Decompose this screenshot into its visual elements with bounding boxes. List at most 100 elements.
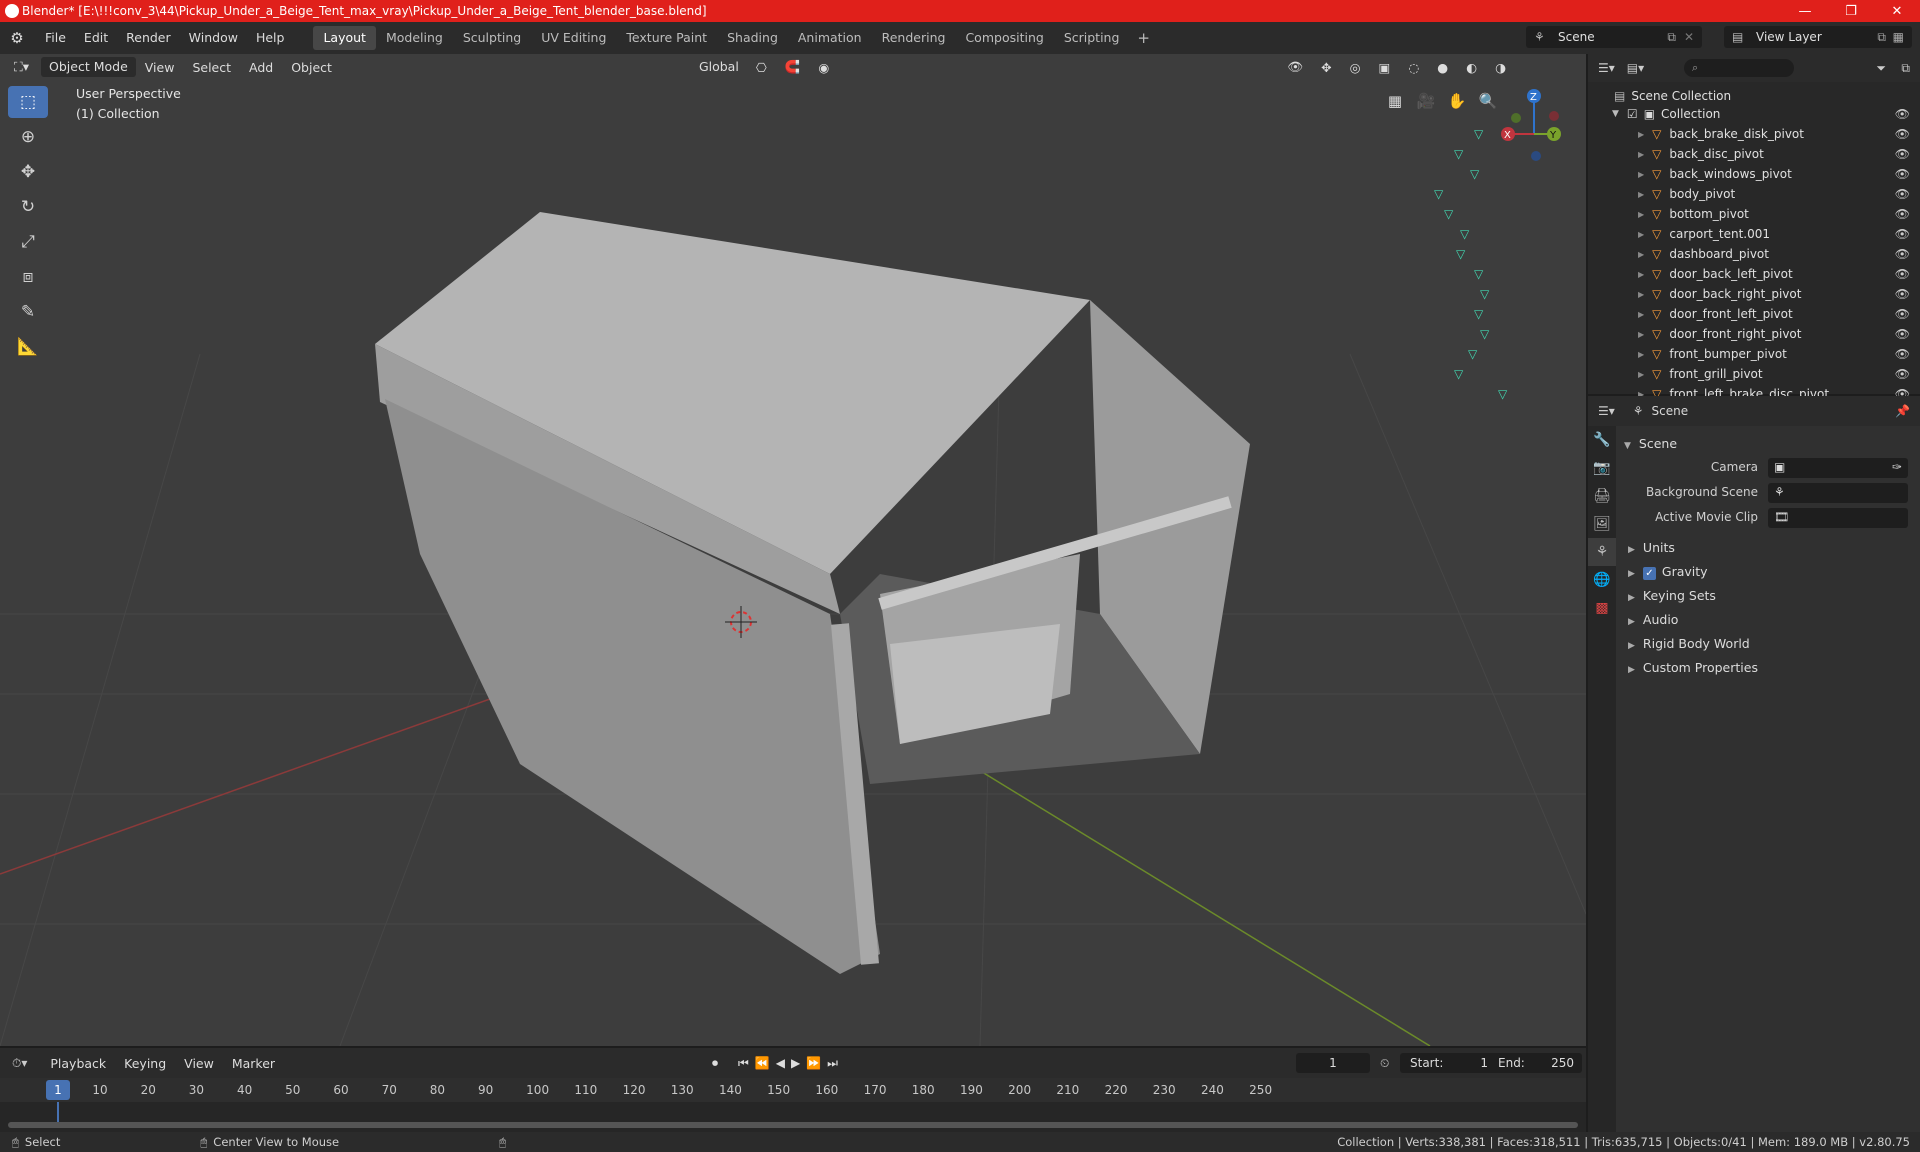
expand-object-icon[interactable]: ▶ bbox=[1638, 250, 1644, 259]
playhead[interactable] bbox=[57, 1102, 59, 1124]
pivot-icon[interactable]: ⎔ bbox=[747, 60, 776, 75]
tab-texture-paint[interactable]: Texture Paint bbox=[616, 26, 717, 50]
rendered-shading-icon[interactable]: ◑ bbox=[1486, 60, 1515, 75]
scene-panel-header[interactable]: ▼ Scene bbox=[1624, 436, 1677, 451]
pin-icon[interactable]: 📌 bbox=[1895, 404, 1910, 418]
outliner-object-row[interactable]: ▶ ▽ door_front_left_pivot ▽ 👁 bbox=[1474, 304, 1920, 324]
eye-icon[interactable]: 👁 bbox=[1895, 227, 1910, 241]
gravity-panel[interactable]: ▶ ✓ Gravity bbox=[1628, 564, 1708, 580]
menu-render[interactable]: Render bbox=[117, 22, 180, 54]
eye-icon[interactable]: 👁 bbox=[1895, 287, 1910, 301]
camera-field[interactable]: ▣ ✑ bbox=[1768, 458, 1908, 478]
collection-checkbox[interactable]: ☑ bbox=[1627, 107, 1638, 121]
tab-sculpting[interactable]: Sculpting bbox=[453, 26, 531, 50]
texture-tab-icon[interactable]: ▩ bbox=[1588, 594, 1616, 622]
tab-layout[interactable]: Layout bbox=[313, 26, 376, 50]
expand-object-icon[interactable]: ▶ bbox=[1638, 190, 1644, 199]
units-panel[interactable]: ▶ Units bbox=[1628, 540, 1675, 555]
pan-view-icon[interactable]: ✋ bbox=[1442, 86, 1472, 116]
move-tool-icon[interactable]: ✥ bbox=[8, 156, 48, 188]
display-mode-icon[interactable]: ▤▾ bbox=[1627, 61, 1644, 75]
outliner-object-row[interactable]: ▶ ▽ back_brake_disk_pivot ▽ 👁 bbox=[1474, 124, 1920, 144]
expand-collection-icon[interactable]: ▼ bbox=[1612, 109, 1619, 119]
editor-type-icon[interactable]: ⛶▾ bbox=[6, 57, 37, 77]
new-scene-icon[interactable]: ⧉ bbox=[1667, 30, 1676, 45]
object-mode-dropdown[interactable]: Object Mode bbox=[41, 57, 136, 77]
eye-icon[interactable]: 👁 bbox=[1895, 167, 1910, 181]
eyedropper-icon[interactable]: ✑ bbox=[1892, 460, 1902, 474]
new-collection-icon[interactable]: ⧉ bbox=[1901, 61, 1910, 76]
maximize-button[interactable]: ❐ bbox=[1828, 0, 1874, 22]
outliner-object-row[interactable]: ▶ ▽ front_grill_pivot ▽ 👁 bbox=[1454, 364, 1920, 384]
keying-sets-panel[interactable]: ▶ Keying Sets bbox=[1628, 588, 1716, 603]
wireframe-shading-icon[interactable]: ◌ bbox=[1399, 60, 1428, 75]
measure-tool-icon[interactable]: 📐 bbox=[8, 331, 48, 363]
menu-add[interactable]: Add bbox=[240, 60, 282, 75]
material-shading-icon[interactable]: ◐ bbox=[1457, 60, 1486, 75]
timeline-scrollbar[interactable] bbox=[8, 1122, 1578, 1128]
outliner-object-row[interactable]: ▶ ▽ carport_tent.001 ▽ 👁 bbox=[1460, 224, 1920, 244]
transform-tool-icon[interactable]: ⧈ bbox=[8, 261, 48, 293]
menu-object[interactable]: Object bbox=[282, 60, 341, 75]
menu-edit[interactable]: Edit bbox=[75, 22, 117, 54]
menu-playback[interactable]: Playback bbox=[41, 1056, 115, 1071]
world-tab-icon[interactable]: 🌐 bbox=[1588, 566, 1616, 594]
outliner-object-row[interactable]: ▶ ▽ dashboard_pivot ▽ 👁 bbox=[1456, 244, 1920, 264]
expand-object-icon[interactable]: ▶ bbox=[1638, 310, 1644, 319]
expand-object-icon[interactable]: ▶ bbox=[1638, 290, 1644, 299]
annotate-tool-icon[interactable]: ✎ bbox=[8, 296, 48, 328]
select-box-tool-icon[interactable]: ⬚ bbox=[8, 86, 48, 118]
cursor-tool-icon[interactable]: ⊕ bbox=[8, 121, 48, 153]
gizmo-toggle-icon[interactable]: ✥ bbox=[1312, 60, 1340, 75]
tool-tab-icon[interactable]: 🔧 bbox=[1588, 426, 1616, 454]
outliner-editor-icon[interactable]: ☰▾ bbox=[1598, 61, 1615, 75]
expand-object-icon[interactable]: ▶ bbox=[1638, 210, 1644, 219]
eye-icon[interactable]: 👁 bbox=[1895, 367, 1910, 381]
eye-icon[interactable]: 👁 bbox=[1895, 127, 1910, 141]
audio-panel[interactable]: ▶ Audio bbox=[1628, 612, 1678, 627]
outliner-object-row[interactable]: ▶ ▽ door_back_right_pivot ▽ 👁 bbox=[1480, 284, 1920, 304]
eye-icon[interactable]: 👁 bbox=[1895, 187, 1910, 201]
camera-view-icon[interactable]: 🎥 bbox=[1411, 86, 1441, 116]
outliner-object-row[interactable]: ▶ ▽ back_windows_pivot ▽ 👁 bbox=[1470, 164, 1920, 184]
expand-object-icon[interactable]: ▶ bbox=[1638, 330, 1644, 339]
eye-icon[interactable]: 👁 bbox=[1895, 247, 1910, 261]
scene-selector[interactable]: ⚘ Scene ⧉ ✕ bbox=[1526, 26, 1702, 48]
expand-object-icon[interactable]: ▶ bbox=[1638, 370, 1644, 379]
expand-object-icon[interactable]: ▶ bbox=[1638, 130, 1644, 139]
tab-rendering[interactable]: Rendering bbox=[872, 26, 956, 50]
snap-icon[interactable]: 🧲 bbox=[776, 59, 810, 75]
menu-marker[interactable]: Marker bbox=[223, 1056, 284, 1071]
xray-icon[interactable]: ▣ bbox=[1370, 60, 1400, 75]
outliner-object-row[interactable]: ▶ ▽ back_disc_pivot ▽ 👁 bbox=[1454, 144, 1920, 164]
eye-icon[interactable]: 👁 bbox=[1895, 267, 1910, 281]
expand-object-icon[interactable]: ▶ bbox=[1638, 170, 1644, 179]
add-workspace-icon[interactable]: + bbox=[1129, 29, 1158, 47]
rigid-body-world-panel[interactable]: ▶ Rigid Body World bbox=[1628, 636, 1750, 651]
rotate-tool-icon[interactable]: ↻ bbox=[8, 191, 48, 223]
current-frame-field[interactable]: 1 bbox=[1296, 1053, 1370, 1073]
tab-scripting[interactable]: Scripting bbox=[1054, 26, 1130, 50]
proportional-edit-icon[interactable]: ◉ bbox=[809, 60, 838, 75]
ortho-toggle-icon[interactable]: ▦ bbox=[1380, 86, 1410, 116]
scale-tool-icon[interactable]: ⤢ bbox=[8, 226, 48, 258]
view-layer-selector[interactable]: ▤ View Layer ⧉ ▦ bbox=[1724, 26, 1912, 48]
menu-file[interactable]: File bbox=[36, 22, 75, 54]
custom-properties-panel[interactable]: ▶ Custom Properties bbox=[1628, 660, 1758, 675]
eye-icon[interactable]: 👁 bbox=[1895, 107, 1910, 121]
menu-view[interactable]: View bbox=[136, 60, 184, 75]
outliner-object-row[interactable]: ▶ ▽ door_front_right_pivot ▽ 👁 bbox=[1480, 324, 1920, 344]
expand-object-icon[interactable]: ▶ bbox=[1638, 150, 1644, 159]
tab-modeling[interactable]: Modeling bbox=[376, 26, 453, 50]
minimize-button[interactable]: — bbox=[1782, 0, 1828, 22]
tab-animation[interactable]: Animation bbox=[788, 26, 872, 50]
eye-icon[interactable]: 👁 bbox=[1895, 327, 1910, 341]
eye-icon[interactable]: 👁 bbox=[1895, 307, 1910, 321]
scene-collection-row[interactable]: ▤ Scene Collection bbox=[1588, 86, 1920, 106]
delete-scene-icon[interactable]: ✕ bbox=[1684, 30, 1694, 44]
tab-uv-editing[interactable]: UV Editing bbox=[531, 26, 616, 50]
expand-object-icon[interactable]: ▶ bbox=[1638, 350, 1644, 359]
timeline-ruler[interactable]: 1 10 20 30 40 50 60 70 80 90 100 110 120 130 140 150 160… bbox=[0, 1078, 1586, 1102]
eye-icon[interactable]: 👁 bbox=[1895, 147, 1910, 161]
timeline-editor-icon[interactable]: ⏱▾ bbox=[12, 1056, 27, 1071]
